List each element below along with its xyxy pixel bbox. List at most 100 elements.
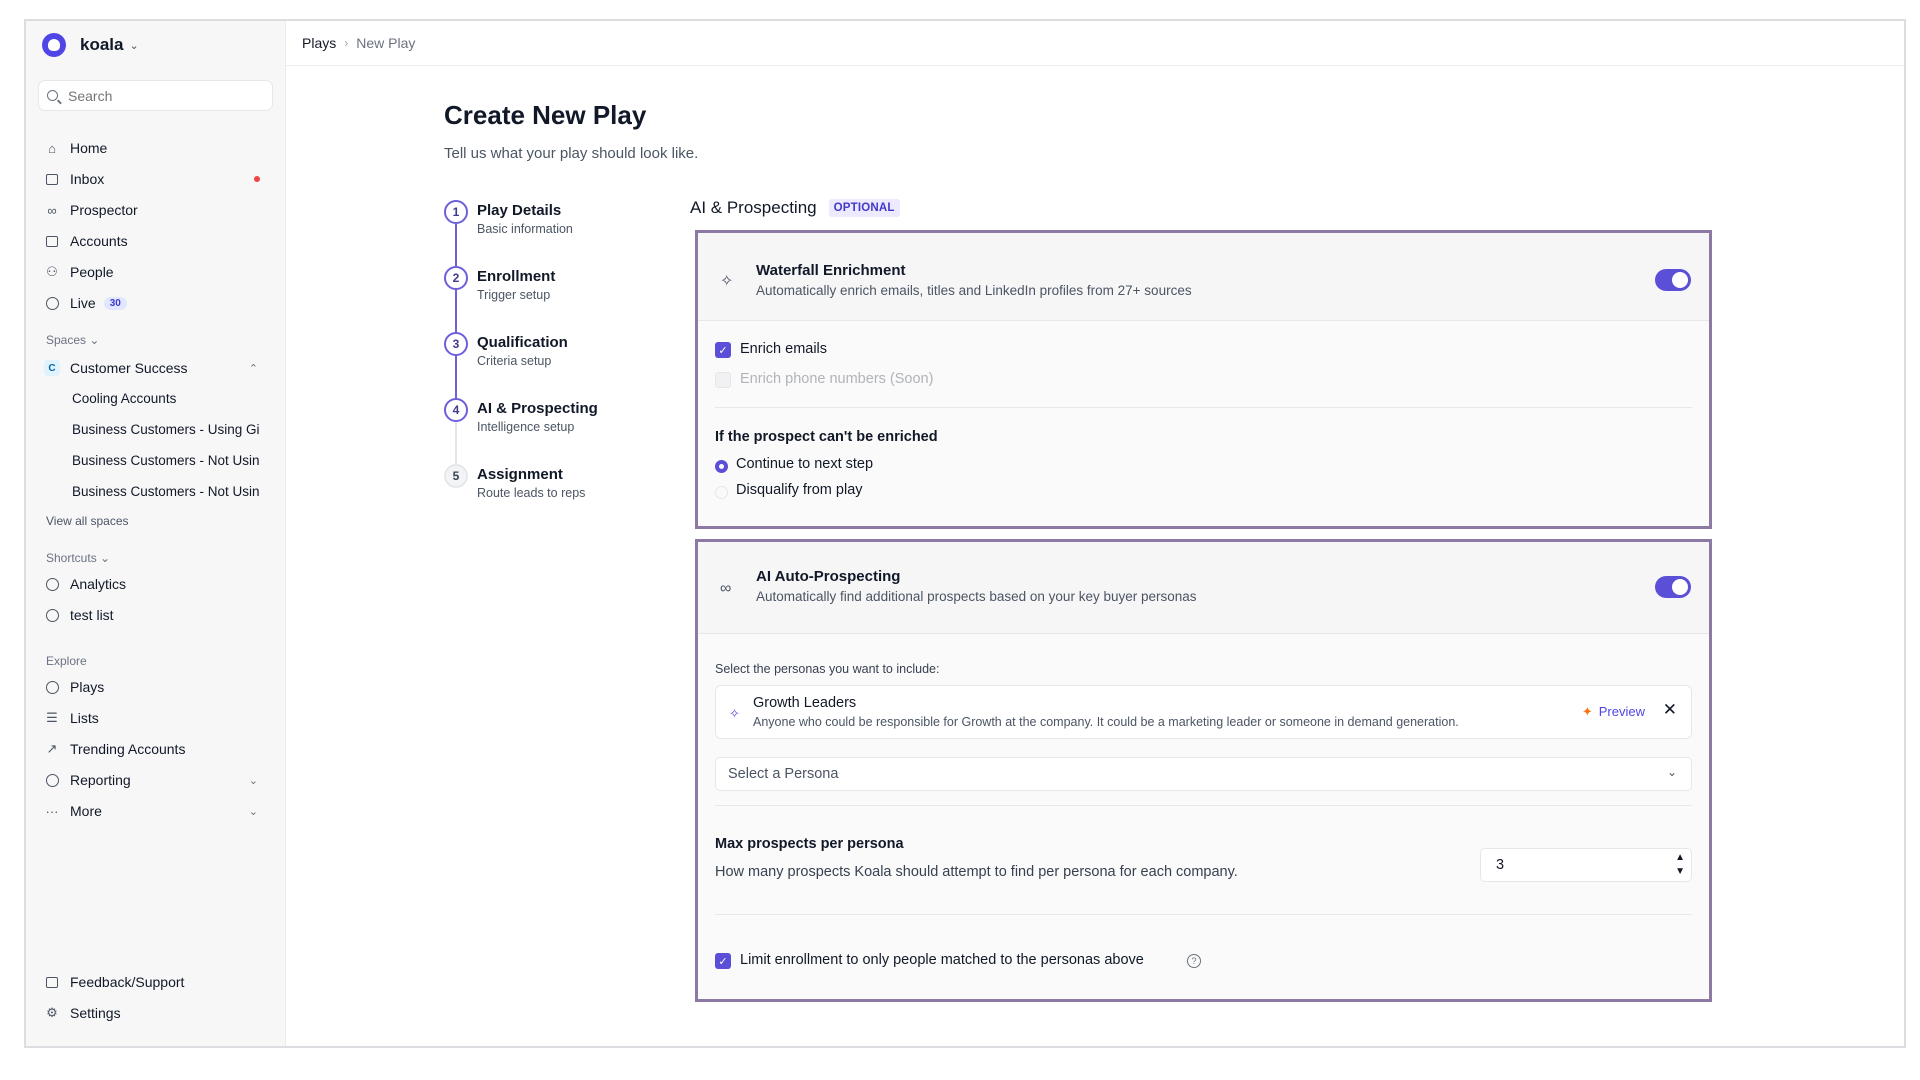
radio-label: Disqualify from play [736,482,863,498]
divider [715,914,1692,915]
sidebar-item-label: Live [70,295,96,311]
target-icon [44,679,60,695]
step-title: AI & Prospecting [477,400,598,417]
sidebar-item-reporting[interactable]: Reporting ⌄ [44,767,274,793]
sidebar-item-home[interactable]: ⌂ Home [44,135,274,161]
section-header: AI & Prospecting OPTIONAL [690,198,900,218]
home-icon: ⌂ [48,140,56,156]
divider [715,805,1692,806]
space-list-item[interactable]: Business Customers - Using Gi [72,422,272,437]
sidebar-item-lists[interactable]: ☰ Lists [44,705,274,731]
step-connector [455,356,457,398]
select-placeholder: Select a Persona [728,766,839,782]
help-circle-icon[interactable]: ? [1187,954,1201,968]
explore-section-label: Explore [46,654,87,668]
space-list-item[interactable]: Cooling Accounts [72,391,272,406]
section-title: AI & Prospecting [690,198,817,217]
auto-prospecting-toggle[interactable] [1655,576,1691,598]
breadcrumb: Plays › New Play [286,21,1904,66]
step-connector [455,422,457,464]
spaces-section-toggle[interactable]: Spaces ⌄ [46,333,99,347]
sidebar-item-plays[interactable]: Plays [44,674,274,700]
search-input[interactable] [68,87,248,104]
sidebar-item-label: People [70,264,114,280]
persona-select[interactable]: Select a Persona ⌄ [715,757,1692,791]
persona-name: Growth Leaders [753,695,857,711]
space-list-item[interactable]: Business Customers - Not Usin [72,484,272,499]
number-value: 3 [1496,857,1505,873]
fallback-label: If the prospect can't be enriched [715,429,938,445]
page-subtitle: Tell us what your play should look like. [444,145,699,162]
close-icon[interactable]: ✕ [1663,700,1677,720]
feature-description: Automatically enrich emails, titles and … [756,283,1192,298]
persona-prompt: Select the personas you want to include: [715,662,940,676]
sidebar-item-trending-accounts[interactable]: ↗ Trending Accounts [44,736,274,762]
workspace-switcher[interactable]: koala ⌄ [42,31,139,59]
sidebar-item-people[interactable]: ⚇ People [44,259,274,285]
auto-prospecting-header: ∞ AI Auto-Prospecting Automatically find… [698,542,1709,634]
step-subtitle: Trigger setup [477,288,551,302]
persona-card: ✧ Growth Leaders Anyone who could be res… [715,685,1692,739]
checkbox-label: Enrich emails [740,341,828,357]
step-number: 1 [444,200,468,224]
sparkles-icon: ✦ [1581,704,1593,719]
sidebar: koala ⌄ ⌂ Home Inbox ∞ Prospector Accoun… [26,21,286,1046]
sidebar-item-label: Home [70,140,108,156]
checkbox-label: Limit enrollment to only people matched … [740,952,1144,968]
continue-radio[interactable] [715,460,728,473]
chevron-down-icon: ⌄ [248,774,258,787]
feature-title: Waterfall Enrichment [756,262,906,279]
waterfall-toggle[interactable] [1655,269,1691,291]
koala-logo-icon [42,33,66,57]
max-prospects-description: How many prospects Koala should attempt … [715,864,1238,880]
space-avatar: C [44,360,60,376]
search-box[interactable] [38,80,273,111]
sidebar-item-label: Accounts [70,233,128,249]
feature-description: Automatically find additional prospects … [756,589,1197,604]
radio-label: Continue to next step [736,456,874,472]
stepper-arrows-icon[interactable]: ▲ ▼ [1675,851,1685,879]
building-icon [44,233,60,249]
ellipsis-icon: ··· [45,803,59,819]
sidebar-item-settings[interactable]: ⚙ Settings [44,1000,274,1026]
sidebar-item-label: Plays [70,679,105,695]
chevron-up-icon[interactable]: ⌃ [249,362,258,375]
chevron-right-icon: › [344,36,349,50]
space-customer-success[interactable]: C Customer Success ⌃ [44,355,274,381]
sidebar-item-live[interactable]: Live 30 [44,290,274,316]
step-title: Qualification [477,334,568,351]
sidebar-item-inbox[interactable]: Inbox [44,166,274,192]
sidebar-item-accounts[interactable]: Accounts [44,228,274,254]
app-window: koala ⌄ ⌂ Home Inbox ∞ Prospector Accoun… [24,19,1906,1048]
shortcut-test-list[interactable]: test list [44,602,274,628]
limit-enrollment-checkbox[interactable]: ✓ [715,953,731,969]
unread-indicator [254,176,260,182]
max-prospects-label: Max prospects per persona [715,836,904,852]
space-name: Customer Success [70,360,188,376]
view-all-spaces-link[interactable]: View all spaces [46,514,129,528]
checkbox-label: Enrich phone numbers (Soon) [740,371,934,387]
feature-title: AI Auto-Prospecting [756,568,901,585]
shortcuts-section-toggle[interactable]: Shortcuts ⌄ [46,551,110,565]
shortcut-analytics[interactable]: Analytics [44,571,274,597]
breadcrumb-plays-link[interactable]: Plays [302,35,336,51]
divider [715,407,1692,408]
sidebar-item-feedback[interactable]: Feedback/Support [44,969,274,995]
sidebar-item-label: Lists [70,710,99,726]
live-count-badge: 30 [103,296,127,310]
chevron-down-icon: ⌄ [89,333,100,347]
sidebar-item-more[interactable]: ··· More ⌄ [44,798,274,824]
step-title: Enrollment [477,268,556,285]
max-prospects-input[interactable]: 3 ▲ ▼ [1480,848,1692,882]
enrich-emails-checkbox[interactable]: ✓ [715,342,731,358]
sidebar-item-label: Settings [70,1005,121,1021]
disqualify-radio[interactable] [715,486,728,499]
gear-icon: ⚙ [46,1005,58,1020]
preview-button[interactable]: ✦ Preview [1582,704,1645,720]
sidebar-item-label: Trending Accounts [70,741,186,757]
space-list-item[interactable]: Business Customers - Not Usin [72,453,272,468]
sidebar-item-prospector[interactable]: ∞ Prospector [44,197,274,223]
shortcut-label: test list [70,607,114,623]
chevron-down-icon: ⌄ [248,805,258,818]
waterfall-header: ✧ Waterfall Enrichment Automatically enr… [698,233,1709,321]
